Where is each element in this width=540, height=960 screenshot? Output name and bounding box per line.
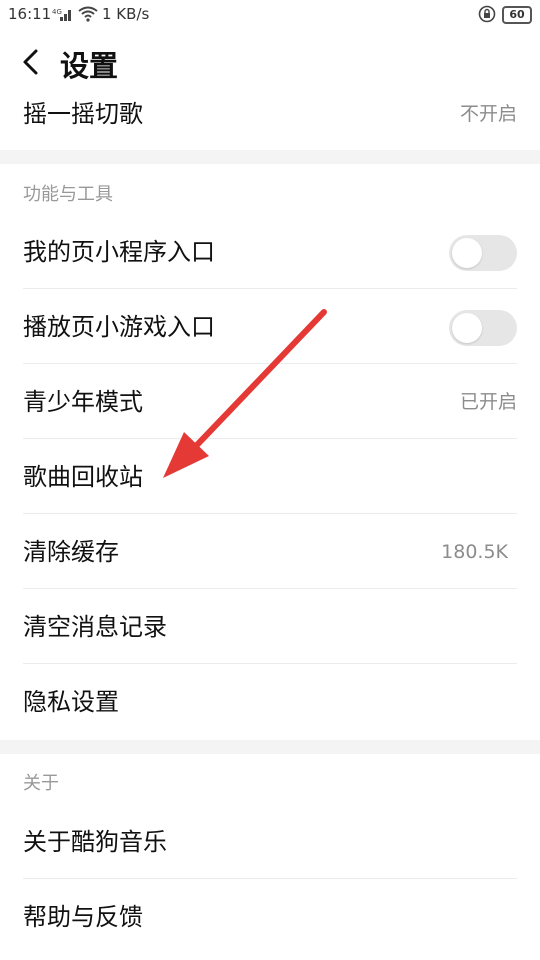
setting-song-recycle-bin[interactable]: 歌曲回收站 [0,440,540,514]
setting-value: 不开启 [459,103,517,125]
setting-label: 青少年模式 [23,388,143,416]
signal-icon: 4G [52,6,74,26]
section-title-about: 关于 [23,773,59,794]
divider [23,288,517,289]
section-gap [0,150,540,164]
divider [23,513,517,514]
chevron-left-icon [23,49,38,75]
setting-label: 播放页小游戏入口 [23,313,215,341]
toggle-switch[interactable] [449,310,517,346]
network-speed: 1 KB/s [102,5,150,23]
toggle-knob [452,238,482,268]
section-title-tools: 功能与工具 [23,184,113,205]
setting-label: 歌曲回收站 [23,463,143,491]
divider [23,878,517,879]
setting-label: 我的页小程序入口 [23,238,215,266]
setting-player-mini-game[interactable]: 播放页小游戏入口 [0,290,540,364]
setting-clear-cache[interactable]: 清除缓存 180.5K [0,515,540,589]
divider [23,588,517,589]
wifi-icon [78,6,98,26]
setting-label: 摇一摇切歌 [23,100,143,128]
setting-teen-mode[interactable]: 青少年模式 已开启 [0,365,540,439]
setting-clear-messages[interactable]: 清空消息记录 [0,590,540,664]
setting-label: 帮助与反馈 [23,903,143,931]
rotation-lock-icon [478,5,496,27]
status-time: 16:11 [8,5,52,23]
status-bar: 16:11 4G 1 KB/s 60 [0,0,540,30]
setting-label: 清空消息记录 [23,613,167,641]
setting-value: 180.5K [441,541,508,563]
back-button[interactable] [18,46,48,78]
battery-indicator: 60 [502,6,532,24]
setting-about-kugou[interactable]: 关于酷狗音乐 [0,805,540,879]
divider [23,363,517,364]
toggle-knob [452,313,482,343]
setting-help-feedback[interactable]: 帮助与反馈 [0,880,540,954]
setting-label: 清除缓存 [23,538,119,566]
setting-my-page-mini-program[interactable]: 我的页小程序入口 [0,215,540,289]
divider [23,438,517,439]
divider [23,663,517,664]
setting-shake-switch-song[interactable]: 摇一摇切歌 不开启 [0,77,540,151]
svg-text:4G: 4G [52,8,62,16]
setting-privacy[interactable]: 隐私设置 [0,665,540,739]
setting-label: 隐私设置 [23,688,119,716]
setting-label: 关于酷狗音乐 [23,828,167,856]
setting-value: 已开启 [459,391,517,413]
section-gap [0,740,540,754]
toggle-switch[interactable] [449,235,517,271]
